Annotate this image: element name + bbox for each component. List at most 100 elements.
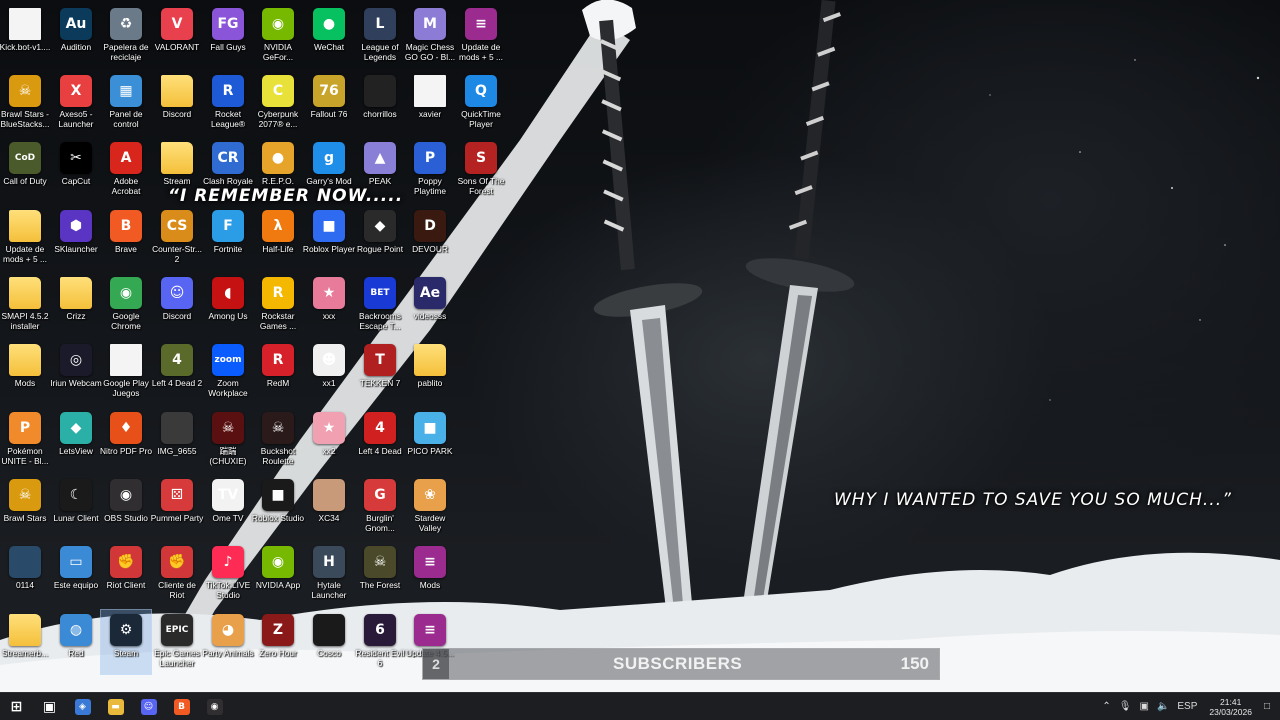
desktop-icon[interactable]: ☠ Brawl Stars - BlueStacks... — [0, 71, 50, 135]
desktop-icon[interactable]: Crizz — [51, 273, 101, 337]
chevron-up-icon[interactable]: ⌃ — [1098, 701, 1114, 712]
desktop-icon[interactable]: T TEKKEN 7 — [355, 340, 405, 404]
clock[interactable]: 21:41 23/03/2026 — [1201, 697, 1260, 717]
desktop-icon[interactable]: ◎ Iriun Webcam — [50, 340, 102, 404]
desktop-icon[interactable]: H Hytale Launcher — [304, 542, 354, 606]
desktop-icon[interactable]: D DEVOUR — [405, 206, 455, 270]
desktop-icon[interactable]: 4 Left 4 Dead — [355, 408, 405, 472]
desktop-icon[interactable]: ▲ PEAK — [355, 138, 405, 202]
desktop-icon[interactable]: ☠ Buckshot Roulette — [253, 408, 303, 472]
desktop-icon[interactable]: 76 Fallout 76 — [304, 71, 354, 135]
desktop-icon[interactable]: X Axeso5 - Launcher — [51, 71, 101, 135]
desktop-icon[interactable]: CoD Call of Duty — [0, 138, 50, 202]
desktop-icon[interactable]: ● R.E.P.O. — [253, 138, 303, 202]
desktop-icon[interactable]: ■ Roblox Studio — [252, 475, 304, 539]
desktop-icon[interactable]: XC34 — [304, 475, 354, 539]
desktop-icon[interactable]: ■ Roblox Player — [303, 206, 355, 270]
desktop-icon[interactable]: CR Clash Royale — [203, 138, 253, 202]
desktop-icon[interactable]: ☺ Discord — [152, 273, 202, 337]
network-icon[interactable]: ▣ — [1135, 701, 1152, 712]
volume-icon[interactable]: 🔈 — [1153, 701, 1173, 712]
desktop-icon[interactable]: 4 Left 4 Dead 2 — [152, 340, 202, 404]
taskbar-task-view[interactable]: ▣ — [33, 693, 66, 720]
desktop-icon[interactable]: Q QuickTime Player — [456, 71, 506, 135]
desktop-icon[interactable]: EPIC Epic Games Launcher — [152, 610, 202, 674]
desktop-icon[interactable]: SMAPI 4.5.2 installer — [0, 273, 50, 337]
desktop-icon[interactable]: ☻ xx1 — [304, 340, 354, 404]
desktop-icon[interactable]: ▭ Este equipo — [51, 542, 101, 606]
desktop-icon[interactable]: V VALORANT — [152, 4, 202, 68]
desktop-icon[interactable]: G Burglin' Gnom... — [355, 475, 405, 539]
desktop-icon[interactable]: Kick.bot-v1.... — [0, 4, 50, 68]
desktop-icon[interactable]: R Rockstar Games ... — [253, 273, 303, 337]
desktop-icon[interactable]: Stream — [152, 138, 202, 202]
taskbar-brave[interactable]: B — [165, 693, 198, 720]
desktop-icon[interactable]: ◉ OBS Studio — [101, 475, 151, 539]
desktop-icon[interactable]: BET Backrooms Escape T... — [355, 273, 405, 337]
desktop-icon[interactable]: ⚙ Steam — [100, 609, 152, 675]
desktop-icon[interactable]: Discord — [152, 71, 202, 135]
desktop-icon[interactable]: ♦ Nitro PDF Pro — [100, 408, 152, 472]
desktop-icon[interactable]: FG Fall Guys — [203, 4, 253, 68]
desktop-icon[interactable]: ⚄ Pummel Party — [151, 475, 203, 539]
desktop-icon[interactable]: ◆ Rogue Point — [355, 206, 405, 270]
desktop-icon[interactable]: pablito — [405, 340, 455, 404]
desktop-icon[interactable]: F Fortnite — [203, 206, 253, 270]
taskbar-discord[interactable]: ☺ — [132, 693, 165, 720]
desktop-icon[interactable]: λ Half-Life — [253, 206, 303, 270]
desktop-icon[interactable]: P Poppy Playtime — [405, 138, 455, 202]
desktop-icon[interactable]: ◉ NVIDIA App — [253, 542, 303, 606]
desktop-icon[interactable]: L League of Legends — [355, 4, 405, 68]
microphone-icon[interactable]: 🎙 — [1115, 701, 1136, 712]
desktop-icon[interactable]: ☾ Lunar Client — [51, 475, 101, 539]
desktop-icon[interactable]: Z Zero Hour — [253, 610, 303, 674]
desktop-icon[interactable]: ♻ Papelera de reciclaje — [101, 4, 151, 68]
desktop-icon[interactable]: 6 Resident Evil 6 — [355, 610, 405, 674]
desktop-icon[interactable]: ◕ Party Animals — [202, 610, 254, 674]
desktop-icon[interactable]: ◉ NVIDIA GeFor... — [253, 4, 303, 68]
desktop-icon[interactable]: IMG_9655 — [152, 408, 202, 472]
desktop-icon[interactable]: ◆ LetsView — [51, 408, 101, 472]
desktop-icon[interactable]: ▦ Panel de control — [101, 71, 151, 135]
desktop-icon[interactable]: R RedM — [253, 340, 303, 404]
desktop-icon[interactable]: xavier — [405, 71, 455, 135]
desktop-icon[interactable]: ◖ Among Us — [203, 273, 253, 337]
desktop-icon[interactable]: C Cyberpunk 2077® e... — [253, 71, 303, 135]
taskbar-copilot[interactable]: ◈ — [66, 693, 99, 720]
taskbar-start-button[interactable]: ⊞ — [0, 693, 33, 720]
desktop-icon[interactable]: P Pokémon UNITE - Bl... — [0, 408, 50, 472]
desktop-icon[interactable]: ≡ Mods — [405, 542, 455, 606]
desktop-icon[interactable]: ● WeChat — [304, 4, 354, 68]
desktop-icon[interactable]: ✂ CapCut — [51, 138, 101, 202]
desktop-icon[interactable]: ◍ Red — [51, 610, 101, 674]
desktop-icon[interactable]: B Brave — [101, 206, 151, 270]
desktop-icon[interactable]: R Rocket League® — [203, 71, 253, 135]
desktop-icon[interactable]: ◉ Google Chrome — [101, 273, 151, 337]
taskbar-file-explorer[interactable]: ▬ — [99, 693, 132, 720]
desktop-icon[interactable]: TV Ome TV — [203, 475, 253, 539]
notification-icon[interactable]: □ — [1260, 701, 1280, 712]
desktop-icon[interactable]: Au Audition — [51, 4, 101, 68]
taskbar-obs[interactable]: ◉ — [198, 693, 231, 720]
desktop-icon[interactable]: S Sons Of The Forest — [456, 138, 506, 202]
desktop-icon[interactable]: Google Play Juegos — [101, 340, 151, 404]
desktop-icon[interactable]: ⬢ SKlauncher — [51, 206, 101, 270]
desktop-icon[interactable]: ≡ Update de mods + 5 ... — [456, 4, 506, 68]
desktop-icon[interactable]: ☠ 踹踹 (CHUXIE) — [203, 408, 253, 472]
desktop-icon[interactable]: ✊ Cliente de Riot — [152, 542, 202, 606]
language-indicator[interactable]: ESP — [1173, 701, 1201, 712]
desktop-icon[interactable]: ♪ TikTok LIVE Studio — [203, 542, 253, 606]
desktop-icon[interactable]: Ae videosss — [405, 273, 455, 337]
desktop-icon[interactable]: M Magic Chess GO GO - Bl... — [405, 4, 455, 68]
desktop-icon[interactable]: ☠ The Forest — [355, 542, 405, 606]
desktop-icon[interactable]: CS Counter-Str... 2 — [152, 206, 202, 270]
desktop-icon[interactable]: ❀ Stardew Valley — [405, 475, 455, 539]
desktop-icon[interactable]: 0114 — [0, 542, 50, 606]
desktop-icon[interactable]: Mods — [0, 340, 50, 404]
desktop-icon[interactable]: Cosco — [304, 610, 354, 674]
desktop-icon[interactable]: A Adobe Acrobat — [101, 138, 151, 202]
desktop-icon[interactable]: ☠ Brawl Stars — [0, 475, 50, 539]
desktop-icon[interactable]: ★ xx2 — [304, 408, 354, 472]
desktop-icon[interactable]: chorrillos — [355, 71, 405, 135]
desktop-icon[interactable]: Streamerb... — [0, 610, 50, 674]
